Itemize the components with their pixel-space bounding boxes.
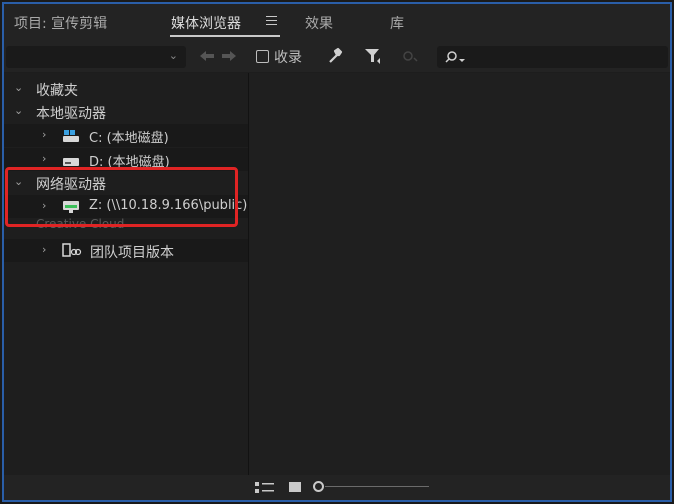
- forward-arrow-icon[interactable]: [222, 51, 236, 61]
- media-browser-panel: 项目: 宣传剪辑 媒体浏览器 效果 库 ⌄ 收录 ⌄ 收藏夹 ⌄ 本地驱动器 ›…: [2, 2, 672, 502]
- search-input[interactable]: [437, 46, 668, 68]
- tree-item-drive-d[interactable]: › D: (本地磁盘): [4, 148, 248, 171]
- tree-item-network-drives[interactable]: ⌄ 网络驱动器: [4, 171, 248, 194]
- chevron-down-icon[interactable]: ⌄: [14, 175, 23, 188]
- tree-label-local-drives: 本地驱动器: [36, 106, 106, 122]
- eye-icon[interactable]: [402, 49, 418, 63]
- tab-effects[interactable]: 效果: [305, 13, 333, 33]
- disk-icon: [63, 130, 79, 142]
- wrench-icon[interactable]: [327, 47, 345, 65]
- tree-item-drive-z[interactable]: › Z: (\\10.18.9.166\public): [4, 195, 248, 218]
- tree-label-drive-d: D: (本地磁盘): [89, 155, 170, 170]
- network-drive-icon: [63, 201, 79, 213]
- back-arrow-icon[interactable]: [200, 51, 214, 61]
- active-tab-indicator: [170, 35, 280, 37]
- tree-label-favorites: 收藏夹: [36, 83, 78, 99]
- chevron-down-icon[interactable]: ⌄: [14, 81, 23, 94]
- filter-icon[interactable]: [364, 47, 382, 65]
- tree-label-network-drives: 网络驱动器: [36, 177, 106, 193]
- tree-item-favorites[interactable]: ⌄ 收藏夹: [4, 77, 248, 100]
- panel-tab-bar: 项目: 宣传剪辑 媒体浏览器 效果 库: [4, 4, 670, 40]
- path-dropdown[interactable]: ⌄: [6, 46, 186, 68]
- tree-item-drive-c[interactable]: › C: (本地磁盘): [4, 124, 248, 147]
- tree-label-drive-c: C: (本地磁盘): [89, 131, 169, 146]
- chevron-down-icon[interactable]: ⌄: [14, 104, 23, 117]
- chevron-right-icon[interactable]: ›: [42, 152, 46, 165]
- tab-library[interactable]: 库: [390, 13, 404, 33]
- menu-icon[interactable]: [266, 16, 277, 26]
- tree-label-team-projects: 团队项目版本: [90, 245, 174, 261]
- disk-icon: [63, 158, 79, 166]
- bottom-bar: [4, 475, 670, 500]
- zoom-slider-track[interactable]: [325, 486, 429, 487]
- list-view-icon[interactable]: [255, 482, 275, 494]
- tree-item-local-drives[interactable]: ⌄ 本地驱动器: [4, 100, 248, 123]
- chevron-right-icon[interactable]: ›: [42, 243, 46, 256]
- tree-label-drive-z: Z: (\\10.18.9.166\public): [89, 198, 248, 213]
- chevron-down-icon: ⌄: [168, 49, 178, 62]
- tab-media-browser[interactable]: 媒体浏览器: [171, 13, 241, 33]
- tab-project[interactable]: 项目: 宣传剪辑: [14, 13, 107, 33]
- chevron-right-icon[interactable]: ›: [42, 128, 46, 141]
- team-project-icon: [62, 243, 82, 257]
- toolbar: ⌄ 收录: [4, 40, 670, 72]
- content-area[interactable]: [249, 73, 670, 475]
- tree-label-creative-cloud: Creative Cloud: [36, 217, 125, 231]
- tree-item-creative-cloud[interactable]: ⌄ Creative Cloud: [4, 217, 248, 237]
- tree-item-team-projects[interactable]: › 团队项目版本: [4, 239, 248, 262]
- location-tree: ⌄ 收藏夹 ⌄ 本地驱动器 › C: (本地磁盘) › D: (本地磁盘) ⌄: [4, 73, 248, 475]
- icon-view-icon[interactable]: [289, 482, 301, 492]
- favorites-checkbox[interactable]: [256, 50, 269, 63]
- favorites-checkbox-label[interactable]: 收录: [274, 47, 302, 67]
- chevron-down-icon[interactable]: ⌄: [14, 217, 23, 230]
- zoom-slider-handle[interactable]: [313, 481, 324, 492]
- search-icon: [445, 51, 465, 63]
- chevron-right-icon[interactable]: ›: [42, 199, 46, 212]
